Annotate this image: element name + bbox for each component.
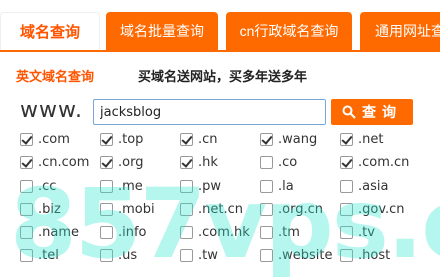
extension-checkbox[interactable] <box>340 248 353 262</box>
extension-label: .la <box>278 178 294 194</box>
extension-checkbox[interactable] <box>20 155 33 169</box>
extension-checkbox[interactable] <box>100 248 113 262</box>
extension-label: .pw <box>198 178 222 194</box>
extension-checkbox[interactable] <box>180 179 193 193</box>
extension-label: .co <box>278 154 298 170</box>
extension-label: .tm <box>278 224 300 240</box>
extension-checkbox[interactable] <box>340 132 353 146</box>
extension-option[interactable]: .wang <box>260 129 317 149</box>
extension-option[interactable]: .hk <box>180 152 218 172</box>
extension-label: .mobi <box>118 201 155 217</box>
extension-label: .top <box>118 131 144 147</box>
extension-checkbox[interactable] <box>180 248 193 262</box>
extension-label: .net <box>358 131 384 147</box>
extension-option[interactable]: .cc <box>20 176 56 196</box>
extension-option[interactable]: .com.hk <box>180 222 250 242</box>
extension-label: .tel <box>38 247 59 263</box>
extension-option[interactable]: .cn.com <box>20 152 89 172</box>
extension-checkbox[interactable] <box>340 202 353 216</box>
extension-checkbox[interactable] <box>180 155 193 169</box>
extension-checkbox[interactable] <box>20 225 33 239</box>
extension-label: .cn <box>198 131 218 147</box>
extension-label: .org.cn <box>278 201 323 217</box>
extension-option[interactable]: .mobi <box>100 199 155 219</box>
extension-label: .website <box>278 247 333 263</box>
extension-checkbox[interactable] <box>20 202 33 216</box>
extension-label: .wang <box>278 131 318 147</box>
extension-label: .biz <box>38 201 61 217</box>
extension-label: .com.cn <box>358 154 410 170</box>
extension-option[interactable]: .cn <box>180 129 218 149</box>
extension-checkbox[interactable] <box>100 132 113 146</box>
extension-option[interactable]: .gov.cn <box>340 199 405 219</box>
extension-label: .host <box>358 247 391 263</box>
extension-option[interactable]: .org.cn <box>260 199 323 219</box>
extension-checkbox[interactable] <box>260 155 273 169</box>
extension-option[interactable]: .com <box>20 129 70 149</box>
extension-label: .com.hk <box>198 224 250 240</box>
extension-option[interactable]: .host <box>340 245 390 265</box>
extension-checkbox[interactable] <box>180 202 193 216</box>
extension-checkbox[interactable] <box>340 225 353 239</box>
extension-option[interactable]: .me <box>100 176 143 196</box>
extension-checkbox[interactable] <box>340 179 353 193</box>
extension-option[interactable]: .name <box>20 222 79 242</box>
extension-option[interactable]: .net.cn <box>180 199 243 219</box>
extension-checkbox[interactable] <box>20 132 33 146</box>
extension-checkbox[interactable] <box>180 225 193 239</box>
extension-label: .hk <box>198 154 218 170</box>
extension-label: .com <box>38 131 70 147</box>
extension-option[interactable]: .website <box>260 245 333 265</box>
extension-label: .cc <box>38 178 57 194</box>
extension-option[interactable]: .tel <box>20 245 59 265</box>
extension-option[interactable]: .tw <box>180 245 218 265</box>
extension-option[interactable]: .co <box>260 152 297 172</box>
extension-checkbox[interactable] <box>20 248 33 262</box>
extension-label: .me <box>118 178 143 194</box>
extension-label: .info <box>118 224 147 240</box>
extension-checkbox[interactable] <box>20 179 33 193</box>
extension-grid: .com .top .cn .wang .net .cn.com .org .hk .co .co… <box>0 0 440 271</box>
extension-option[interactable]: .tv <box>340 222 375 242</box>
extension-option[interactable]: .us <box>100 245 137 265</box>
extension-checkbox[interactable] <box>100 179 113 193</box>
extension-option[interactable]: .info <box>100 222 147 242</box>
extension-checkbox[interactable] <box>100 202 113 216</box>
extension-label: .cn.com <box>38 154 90 170</box>
extension-option[interactable]: .net <box>340 129 383 149</box>
extension-checkbox[interactable] <box>260 202 273 216</box>
extension-label: .org <box>118 154 144 170</box>
extension-option[interactable]: .asia <box>340 176 388 196</box>
extension-checkbox[interactable] <box>340 155 353 169</box>
extension-label: .asia <box>358 178 389 194</box>
extension-label: .tv <box>358 224 375 240</box>
extension-option[interactable]: .tm <box>260 222 300 242</box>
extension-option[interactable]: .com.cn <box>340 152 409 172</box>
extension-checkbox[interactable] <box>260 248 273 262</box>
extension-label: .net.cn <box>198 201 243 217</box>
extension-label: .name <box>38 224 79 240</box>
extension-checkbox[interactable] <box>100 225 113 239</box>
extension-label: .tw <box>198 247 218 263</box>
extension-option[interactable]: .la <box>260 176 294 196</box>
extension-label: .us <box>118 247 138 263</box>
extension-option[interactable]: .top <box>100 129 143 149</box>
extension-checkbox[interactable] <box>260 179 273 193</box>
extension-label: .gov.cn <box>358 201 405 217</box>
extension-option[interactable]: .biz <box>20 199 61 219</box>
extension-checkbox[interactable] <box>260 132 273 146</box>
extension-checkbox[interactable] <box>100 155 113 169</box>
extension-checkbox[interactable] <box>180 132 193 146</box>
extension-option[interactable]: .pw <box>180 176 221 196</box>
extension-checkbox[interactable] <box>260 225 273 239</box>
extension-option[interactable]: .org <box>100 152 143 172</box>
